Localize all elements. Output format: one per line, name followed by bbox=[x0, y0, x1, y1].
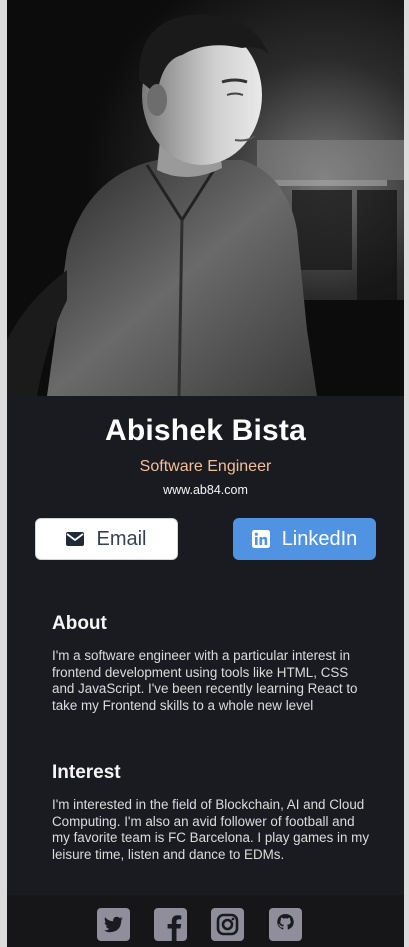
about-heading: About bbox=[52, 613, 107, 634]
interest-text: I'm interested in the field of Blockchai… bbox=[52, 797, 370, 862]
email-button[interactable]: Email bbox=[35, 518, 178, 560]
github-icon[interactable] bbox=[269, 908, 302, 941]
about-text: I'm a software engineer with a particula… bbox=[52, 648, 358, 713]
envelope-icon bbox=[66, 532, 85, 546]
linkedin-icon bbox=[251, 530, 270, 548]
linkedin-button[interactable]: LinkedIn bbox=[233, 518, 376, 560]
facebook-icon[interactable] bbox=[154, 908, 187, 941]
twitter-icon[interactable] bbox=[97, 908, 130, 941]
profile-card: Abishek Bista Software Engineer www.ab84… bbox=[7, 0, 404, 947]
profile-title: Software Engineer bbox=[139, 458, 272, 475]
profile-name: Abishek Bista bbox=[105, 414, 306, 447]
linkedin-button-label: LinkedIn bbox=[281, 527, 358, 550]
email-button-label: Email bbox=[96, 527, 147, 550]
footer bbox=[7, 895, 404, 947]
instagram-icon[interactable] bbox=[211, 908, 244, 941]
interest-heading: Interest bbox=[52, 762, 121, 783]
profile-photo bbox=[7, 0, 404, 396]
profile-website[interactable]: www.ab84.com bbox=[7, 483, 404, 497]
